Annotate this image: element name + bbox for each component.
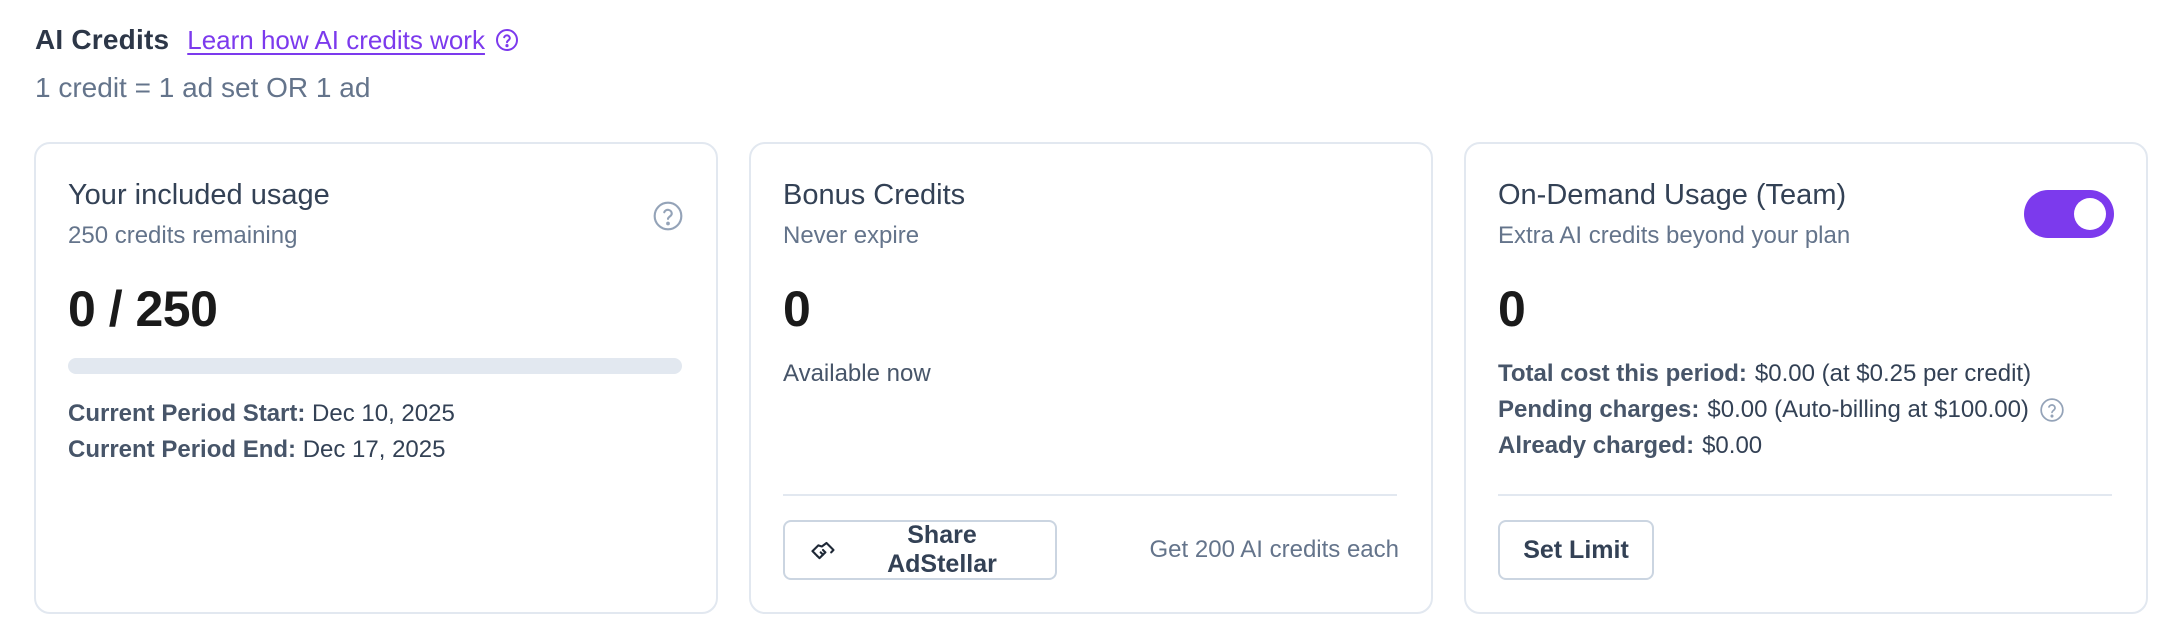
period-start-label: Current Period Start: xyxy=(68,400,306,427)
header: AI Credits Learn how AI credits work xyxy=(35,24,519,56)
on-demand-usage-card: On-Demand Usage (Team) Extra AI credits … xyxy=(1464,142,2148,614)
learn-more-link[interactable]: Learn how AI credits work xyxy=(187,25,485,56)
share-reward-text: Get 200 AI credits each xyxy=(1149,536,1399,563)
already-charged-label: Already charged: xyxy=(1498,432,1695,459)
on-demand-subtitle: Extra AI credits beyond your plan xyxy=(1498,222,1851,249)
usage-progress-bar xyxy=(68,358,682,374)
already-charged-value: $0.00 xyxy=(1702,432,1763,459)
period-end-label: Current Period End: xyxy=(68,436,297,463)
credit-definition: 1 credit = 1 ad set OR 1 ad xyxy=(35,72,371,103)
pending-charges-value: $0.00 (Auto-billing at $100.00) xyxy=(1707,396,2029,423)
question-circle-icon[interactable] xyxy=(2039,397,2065,423)
period-end-value: Dec 17, 2025 xyxy=(302,436,446,463)
on-demand-toggle[interactable] xyxy=(2024,190,2114,238)
period-end: Current Period End: Dec 17, 2025 xyxy=(68,436,445,464)
toggle-knob xyxy=(2074,198,2106,230)
total-cost-line: Total cost this period: $0.00 (at $0.25 … xyxy=(1498,360,2031,388)
pending-charges-label: Pending charges: xyxy=(1498,396,1700,423)
bonus-count: 0 xyxy=(783,281,811,337)
total-cost-label: Total cost this period: xyxy=(1498,360,1747,387)
ai-credits-panel: AI Credits Learn how AI credits work 1 c… xyxy=(0,0,2180,638)
included-usage-card: Your included usage 250 credits remainin… xyxy=(34,142,718,614)
on-demand-count: 0 xyxy=(1498,281,1526,337)
handshake-icon xyxy=(809,536,837,564)
credits-remaining: 250 credits remaining xyxy=(68,222,298,249)
available-now: Available now xyxy=(783,360,931,387)
bonus-credits-card: Bonus Credits Never expire 0 Available n… xyxy=(749,142,1433,614)
page-title: AI Credits xyxy=(35,24,170,55)
share-adstellar-button[interactable]: Share AdStellar xyxy=(783,520,1057,580)
divider xyxy=(1498,494,2112,496)
divider xyxy=(783,494,1397,496)
share-button-label: Share AdStellar xyxy=(887,521,997,578)
total-cost-value: $0.00 (at $0.25 per credit) xyxy=(1754,360,2032,387)
card-title: On-Demand Usage (Team) xyxy=(1498,179,1847,211)
card-title: Your included usage xyxy=(68,179,330,211)
pending-charges-line: Pending charges: $0.00 (Auto-billing at … xyxy=(1498,396,2065,424)
question-circle-icon[interactable] xyxy=(652,200,684,232)
question-circle-icon[interactable] xyxy=(495,28,519,52)
bonus-subtitle: Never expire xyxy=(783,222,920,249)
period-start: Current Period Start: Dec 10, 2025 xyxy=(68,400,455,428)
set-limit-button[interactable]: Set Limit xyxy=(1498,520,1654,580)
period-start-value: Dec 10, 2025 xyxy=(312,400,455,427)
card-title: Bonus Credits xyxy=(783,179,966,211)
already-charged-line: Already charged: $0.00 xyxy=(1498,432,1762,460)
usage-count: 0 / 250 xyxy=(68,281,218,337)
